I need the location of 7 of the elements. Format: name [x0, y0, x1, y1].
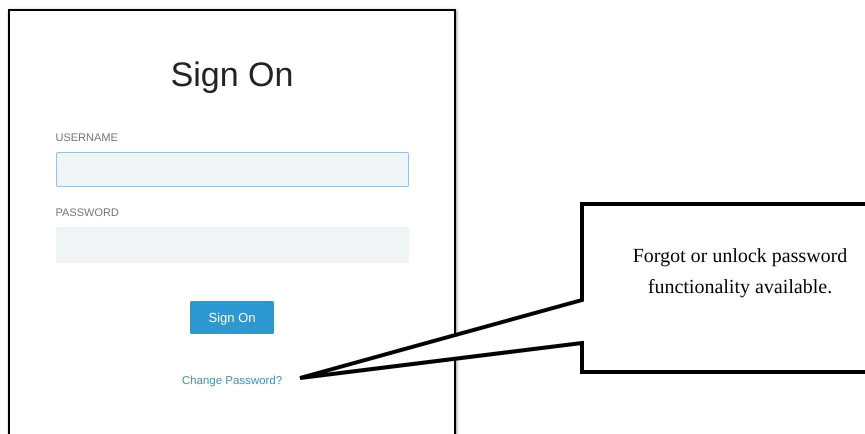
page-title: Sign On — [170, 55, 294, 95]
callout-text: Forgot or unlock password functionality available. — [632, 244, 848, 300]
change-password-link[interactable]: Change Password? — [182, 374, 282, 388]
field-label: USERNAME — [56, 131, 119, 145]
input-field[interactable] — [56, 152, 408, 187]
field-label: PASSWORD — [56, 206, 120, 220]
sign-on-button[interactable]: Sign On — [190, 301, 274, 334]
